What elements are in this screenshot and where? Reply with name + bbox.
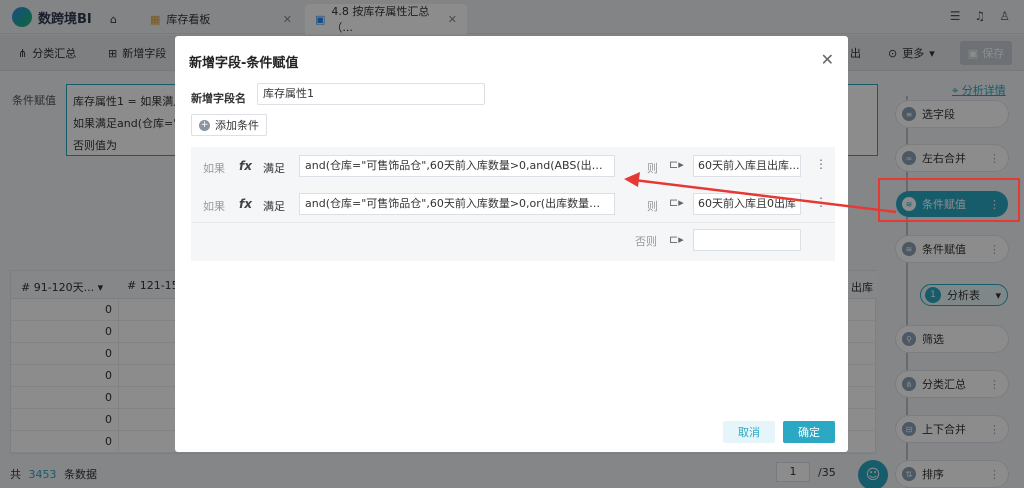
annotation-arrow <box>624 172 897 214</box>
